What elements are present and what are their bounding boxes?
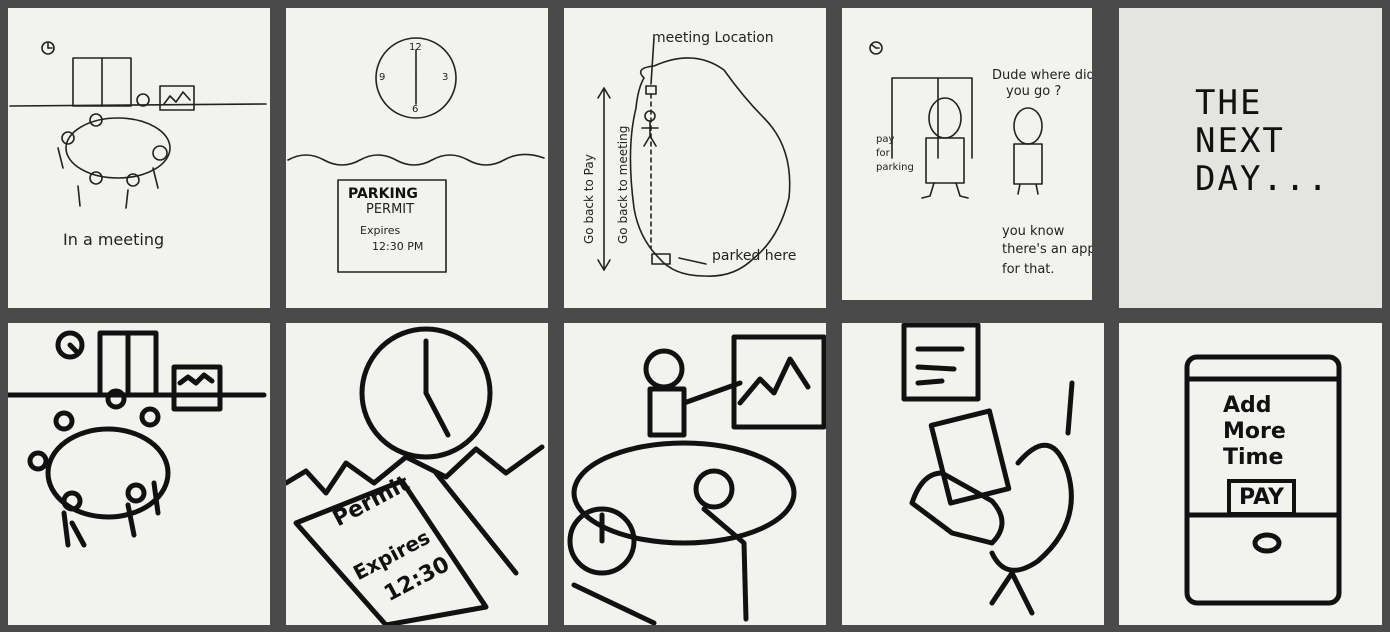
phone-in-hand-final-drawing bbox=[901, 323, 1075, 616]
panel-presentation-final bbox=[564, 323, 826, 625]
pay-button[interactable]: PAY bbox=[1227, 479, 1296, 516]
label-go-back-to-pay: Go back to Pay bbox=[582, 154, 596, 244]
panel-next-day: THE NEXT DAY... bbox=[1119, 8, 1382, 308]
panel-map-sketch: meeting Location Go back to Pay Go back … bbox=[564, 8, 826, 308]
next-day-line2: NEXT bbox=[1195, 121, 1285, 161]
caption-in-a-meeting: In a meeting bbox=[63, 230, 165, 249]
permit-text-parking: PARKING bbox=[348, 186, 418, 202]
app-text-add: Add bbox=[1223, 393, 1272, 418]
parked-car-marker bbox=[651, 253, 671, 265]
panel-conversation-sketch: Dude where did you go ? pay for parking … bbox=[842, 8, 1092, 300]
label-parked-here: parked here bbox=[712, 248, 797, 264]
panel-app-screen-final: Add More Time PAY bbox=[1119, 323, 1382, 625]
panel-clock-permit-sketch: 12 3 6 9 PARKING PERMIT Expires 12:30 PM bbox=[286, 8, 548, 308]
clock-label-3: 3 bbox=[442, 72, 449, 83]
app-text-time: Time bbox=[1223, 445, 1284, 470]
next-day-line3: DAY... bbox=[1195, 159, 1330, 199]
meeting-location-marker bbox=[645, 85, 657, 95]
permit-text-permit: PERMIT bbox=[366, 202, 415, 217]
home-button-icon bbox=[1252, 532, 1282, 554]
side-note-for: for bbox=[876, 148, 890, 159]
panel-meeting-final bbox=[8, 323, 270, 625]
meeting-room-final-drawing bbox=[8, 330, 267, 548]
permit-text-expires: Expires bbox=[360, 224, 401, 237]
label-go-back-to-meeting: Go back to meeting bbox=[616, 125, 630, 244]
speech-app-line1: you know bbox=[1002, 224, 1065, 239]
clock-label-6: 6 bbox=[412, 104, 419, 115]
panel-meeting-sketch: In a meeting bbox=[8, 8, 270, 308]
panel-clock-permit-final: Permit Expires 12:30 bbox=[286, 323, 548, 625]
clock-and-permit-drawing bbox=[287, 37, 545, 273]
speech-app-line3: for that. bbox=[1002, 262, 1055, 277]
panel-phone-in-hand-final bbox=[842, 323, 1104, 625]
clock-label-9: 9 bbox=[379, 72, 386, 83]
speech-app-line2: there's an app bbox=[1002, 242, 1092, 257]
clock-label-12: 12 bbox=[409, 42, 422, 53]
side-note-parking: parking bbox=[876, 162, 914, 173]
app-text-more: More bbox=[1223, 419, 1286, 444]
permit-text-time: 12:30 PM bbox=[372, 240, 424, 253]
meeting-room-drawing bbox=[9, 41, 267, 209]
speech-dude-line1: Dude where did bbox=[992, 68, 1092, 83]
label-meeting-location: meeting Location bbox=[652, 30, 774, 46]
speech-dude-line2: you go ? bbox=[1006, 84, 1062, 99]
next-day-line1: THE bbox=[1195, 83, 1263, 123]
presentation-final-drawing bbox=[567, 334, 826, 625]
phone-app-final-drawing bbox=[1184, 354, 1342, 606]
side-note-pay: pay bbox=[876, 134, 895, 145]
